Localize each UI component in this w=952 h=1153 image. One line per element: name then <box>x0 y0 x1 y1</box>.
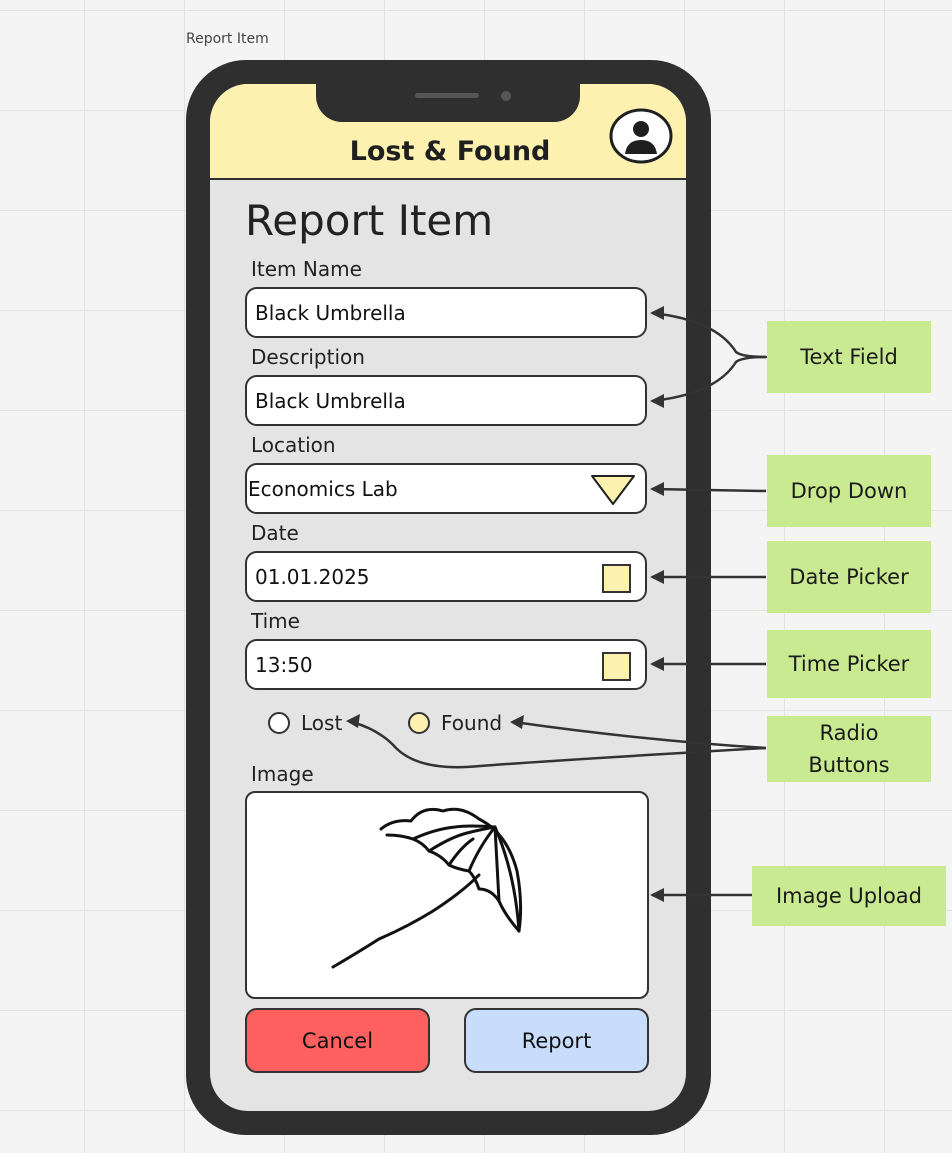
annotation-radio-line2: Buttons <box>808 753 890 777</box>
cancel-button[interactable]: Cancel <box>245 1008 430 1073</box>
frame-label: Report Item <box>186 31 269 47</box>
description-value: Black Umbrella <box>255 389 406 413</box>
annotation-date-picker: Date Picker <box>767 541 931 613</box>
radio-found[interactable] <box>408 712 430 734</box>
image-upload-area[interactable] <box>245 791 649 999</box>
app-title: Lost & Found <box>349 136 551 167</box>
date-value: 01.01.2025 <box>255 565 370 589</box>
annotation-time-picker: Time Picker <box>767 630 931 698</box>
location-dropdown[interactable]: Economics Lab <box>245 463 647 514</box>
time-picker[interactable]: 13:50 <box>245 639 647 690</box>
phone-notch <box>316 84 580 122</box>
speaker-grille <box>415 93 479 98</box>
item-name-input[interactable]: Black Umbrella <box>245 287 647 338</box>
time-label: Time <box>251 609 300 633</box>
page-title: Report Item <box>245 196 494 245</box>
annotation-drop-down: Drop Down <box>767 455 931 527</box>
calendar-icon[interactable] <box>602 564 631 593</box>
annotation-image-upload: Image Upload <box>752 866 946 926</box>
report-button[interactable]: Report <box>464 1008 649 1073</box>
radio-lost-label: Lost <box>301 711 343 735</box>
camera-dot <box>501 91 511 101</box>
profile-avatar-icon[interactable] <box>609 108 673 164</box>
date-picker[interactable]: 01.01.2025 <box>245 551 647 602</box>
clock-icon[interactable] <box>602 652 631 681</box>
location-value: Economics Lab <box>248 477 398 501</box>
dropdown-triangle-icon[interactable] <box>590 474 636 506</box>
image-label: Image <box>251 762 314 786</box>
date-label: Date <box>251 521 299 545</box>
annotation-radio-buttons: Radio Buttons <box>767 716 931 782</box>
item-name-value: Black Umbrella <box>255 301 406 325</box>
radio-found-label: Found <box>441 711 503 735</box>
annotation-text-field: Text Field <box>767 321 931 393</box>
radio-lost[interactable] <box>268 712 290 734</box>
location-label: Location <box>251 433 336 457</box>
description-input[interactable]: Black Umbrella <box>245 375 647 426</box>
umbrella-icon <box>331 807 523 969</box>
annotation-radio-line1: Radio <box>819 721 879 745</box>
time-value: 13:50 <box>255 653 313 677</box>
item-name-label: Item Name <box>251 257 362 281</box>
description-label: Description <box>251 345 365 369</box>
